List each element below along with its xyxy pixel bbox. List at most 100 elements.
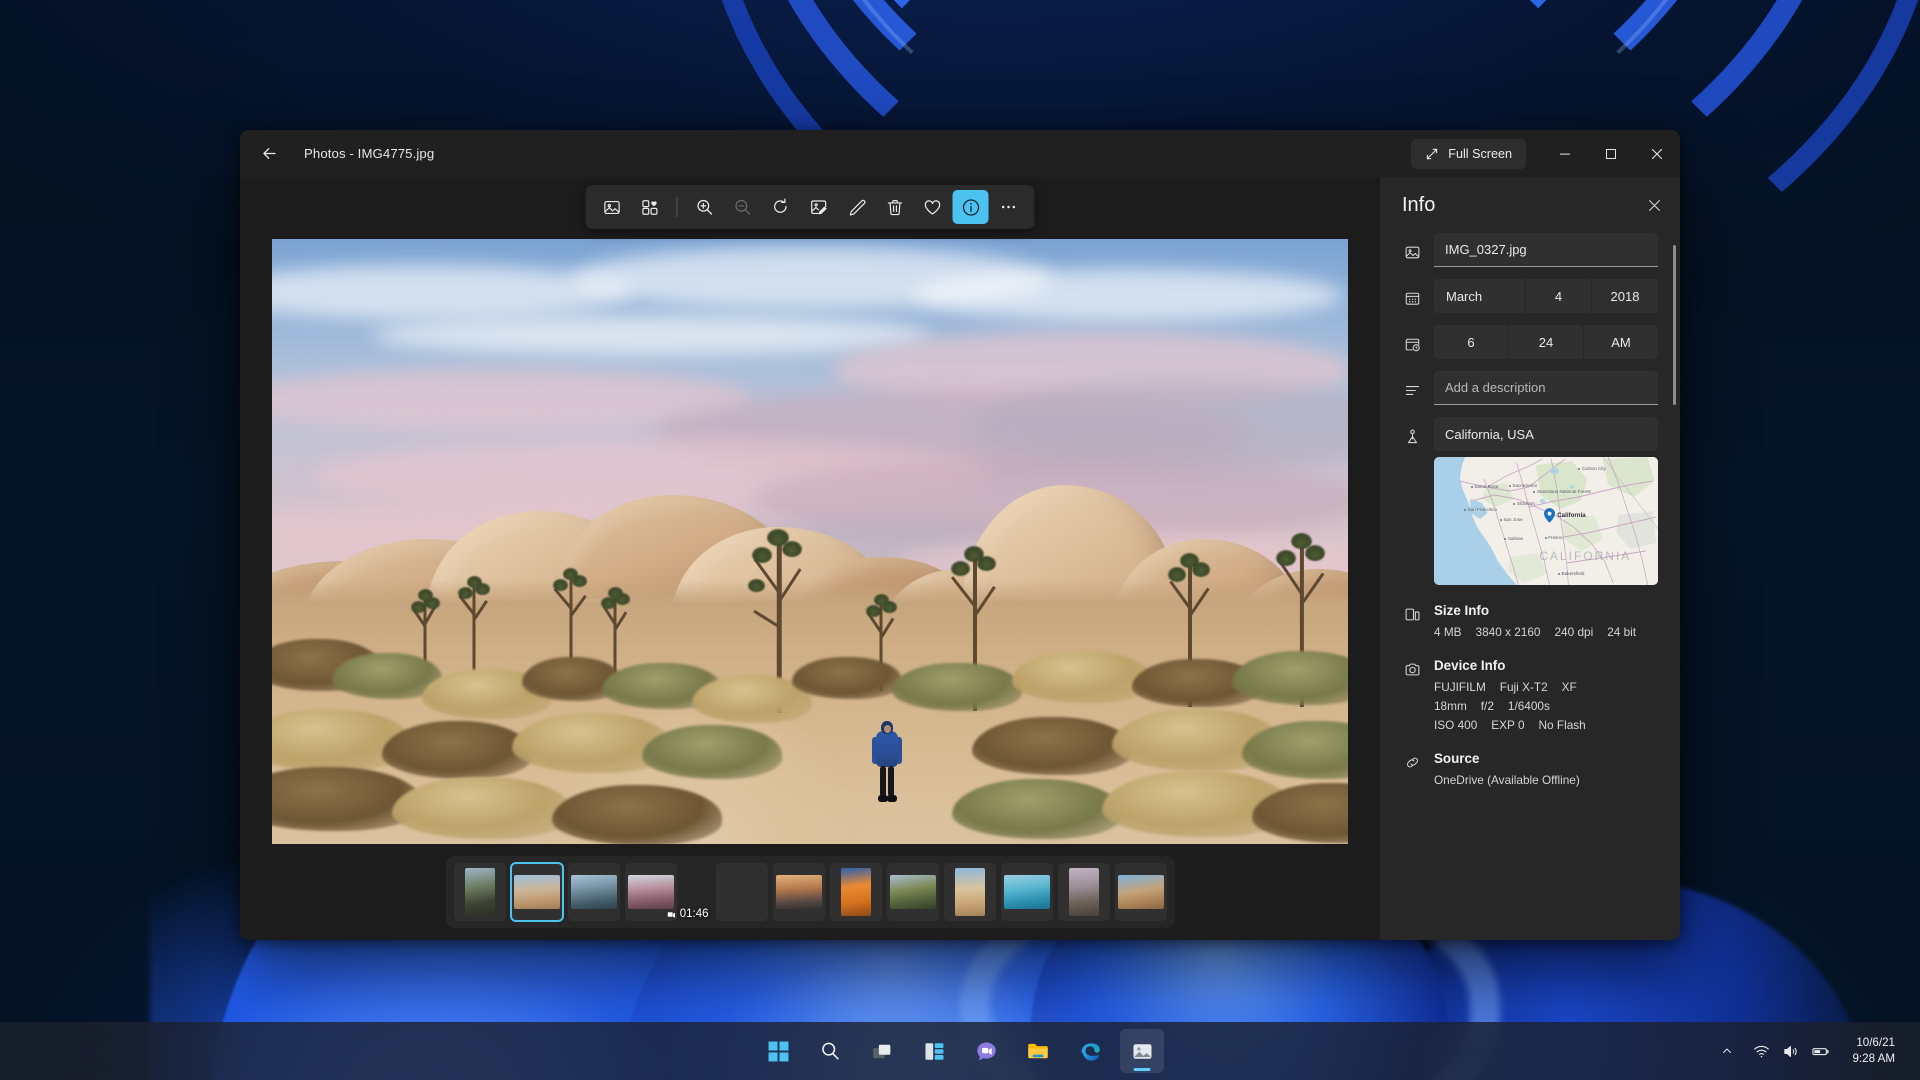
time-hour-select[interactable]: 6	[1434, 325, 1509, 359]
map-city-label: Salinas	[1507, 536, 1523, 542]
view-original-photo-button[interactable]	[594, 190, 630, 224]
search-icon	[822, 1042, 839, 1060]
meta-value: 240 dpi	[1554, 625, 1594, 639]
thumbnail-image	[464, 868, 495, 916]
map-city-label: Carson City	[1581, 465, 1606, 471]
filmstrip-thumbnail[interactable]	[829, 863, 882, 921]
filmstrip-thumbnail[interactable]	[453, 863, 506, 921]
tray-expand-button[interactable]	[1712, 1031, 1742, 1071]
filmstrip[interactable]: 01:46	[445, 856, 1175, 928]
taskbar-search-button[interactable]	[808, 1029, 852, 1073]
chevron-up-icon	[1723, 1048, 1732, 1053]
source-value: OneDrive (Available Offline)	[1434, 773, 1580, 788]
tray-status-icons[interactable]	[1742, 1031, 1841, 1071]
filmstrip-video-thumbnail[interactable]: 01:46	[624, 863, 709, 921]
time-meridiem-select[interactable]: AM	[1584, 325, 1658, 359]
info-close-button[interactable]	[1638, 189, 1670, 221]
taskbar-chat-button[interactable]	[964, 1029, 1008, 1073]
taskbar-start-button[interactable]	[756, 1029, 800, 1073]
main-photo[interactable]	[272, 239, 1348, 848]
description-input[interactable]: Add a description	[1434, 371, 1658, 405]
device-info-body: Device Info FUJIFILM Fuji X-T2 XF 18mm f/2 1…	[1434, 658, 1658, 735]
meta-value: 1/6400s	[1507, 699, 1550, 714]
maximize-button[interactable]	[1588, 130, 1634, 177]
photo-stage[interactable]	[240, 177, 1380, 848]
filmstrip-thumbnail[interactable]	[509, 862, 564, 922]
photo-viewer[interactable]: 01:46	[240, 177, 1380, 940]
map-city-label: San Francisco	[1467, 506, 1497, 512]
date-day-select[interactable]: 4	[1526, 279, 1592, 313]
favorite-button[interactable]	[915, 190, 951, 224]
filmstrip-thumbnail[interactable]	[943, 863, 996, 921]
date-segmented-control: March 4 2018	[1434, 279, 1658, 313]
date-month-select[interactable]: March	[1434, 279, 1526, 313]
filmstrip-thumbnail[interactable]	[715, 863, 768, 921]
size-info-body: Size Info 4 MB 3840 x 2160 240 dpi 24 bit	[1434, 603, 1658, 642]
taskbar-widgets-button[interactable]	[912, 1029, 956, 1073]
map-city-dot	[1470, 485, 1473, 488]
filename-input[interactable]: IMG_0327.jpg	[1434, 233, 1658, 267]
see-more-button[interactable]	[991, 190, 1027, 224]
compare-collection-button[interactable]	[632, 190, 668, 224]
zoom-out-icon	[735, 199, 751, 215]
photos-window[interactable]: Photos - IMG4775.jpg Full Screen 01:46 I…	[240, 130, 1680, 940]
info-scrollbar-track[interactable]	[1673, 245, 1676, 497]
zoom-out-button[interactable]	[725, 190, 761, 224]
device-info-line-2: ISO 400 EXP 0 No Flash	[1434, 716, 1658, 735]
maximize-icon	[1606, 148, 1616, 159]
time-minute-select[interactable]: 24	[1509, 325, 1584, 359]
image-icon	[1402, 242, 1422, 262]
location-map[interactable]: CALIFORNIA Carson City Sacramento Santa Ro…	[1434, 457, 1658, 585]
delete-button[interactable]	[877, 190, 913, 224]
date-year-select[interactable]: 2018	[1592, 279, 1658, 313]
window-titlebar[interactable]: Photos - IMG4775.jpg Full Screen	[240, 130, 1680, 177]
info-panel: Info IMG_0327.jpg March 4 2018 6 24 AM A…	[1380, 177, 1680, 940]
source-section: Source OneDrive (Available Offline)	[1402, 751, 1658, 790]
markup-pen-button[interactable]	[839, 190, 875, 224]
photo-command-bar	[585, 185, 1035, 229]
filmstrip-thumbnail[interactable]	[886, 863, 939, 921]
filmstrip-thumbnail[interactable]	[1114, 863, 1167, 921]
filmstrip-thumbnail[interactable]	[567, 863, 620, 921]
info-button[interactable]	[952, 190, 989, 224]
taskbar-edge-button[interactable]	[1068, 1029, 1112, 1073]
device-info-line-1: FUJIFILM Fuji X-T2 XF 18mm f/2 1/6400s	[1434, 678, 1658, 716]
filmstrip-thumbnail[interactable]	[1000, 863, 1053, 921]
fullscreen-button[interactable]: Full Screen	[1411, 138, 1526, 169]
info-panel-content: IMG_0327.jpg March 4 2018 6 24 AM Add a …	[1380, 233, 1680, 940]
close-icon	[1648, 199, 1660, 211]
description-row: Add a description	[1402, 371, 1658, 405]
tray-date: 10/6/21	[1856, 1036, 1895, 1050]
source-body: Source OneDrive (Available Offline)	[1434, 751, 1658, 790]
size-info-section: Size Info 4 MB 3840 x 2160 240 dpi 24 bit	[1402, 603, 1658, 642]
pen-icon	[849, 199, 865, 216]
filmstrip-thumbnail[interactable]	[772, 863, 825, 921]
close-button[interactable]	[1634, 130, 1680, 177]
back-button[interactable]	[252, 137, 286, 171]
photo-brush	[382, 721, 532, 779]
taskbar-photos-button[interactable]	[1120, 1029, 1164, 1073]
filmstrip-thumbnail[interactable]	[1057, 863, 1110, 921]
info-panel-header: Info	[1380, 177, 1680, 233]
photo-brush	[972, 717, 1132, 775]
thumbnail-image	[954, 868, 985, 916]
taskbar-file-explorer-button[interactable]	[1016, 1029, 1060, 1073]
photo-brush	[552, 785, 722, 845]
info-scrollbar-thumb[interactable]	[1673, 245, 1676, 405]
tray-clock[interactable]: 10/6/21 9:28 AM	[1841, 1030, 1906, 1072]
map-spacer	[1402, 457, 1434, 585]
meta-value: Fuji X-T2	[1499, 680, 1548, 695]
ellipsis-icon	[1001, 205, 1016, 209]
crop-image-button[interactable]	[801, 190, 837, 224]
titlebar-controls: Full Screen	[1411, 130, 1680, 177]
taskbar-task-view-button[interactable]	[860, 1029, 904, 1073]
zoom-in-button[interactable]	[687, 190, 723, 224]
photos-icon	[1132, 1043, 1152, 1059]
map-city-label: San Jose	[1503, 517, 1523, 523]
desktop[interactable]: Photos - IMG4775.jpg Full Screen 01:46 I…	[0, 0, 1920, 1080]
location-input[interactable]: California, USA	[1434, 417, 1658, 451]
minimize-button[interactable]	[1542, 130, 1588, 177]
rotate-button[interactable]	[763, 190, 799, 224]
description-lines-icon	[1402, 380, 1422, 400]
meta-value: 24 bit	[1607, 625, 1637, 639]
